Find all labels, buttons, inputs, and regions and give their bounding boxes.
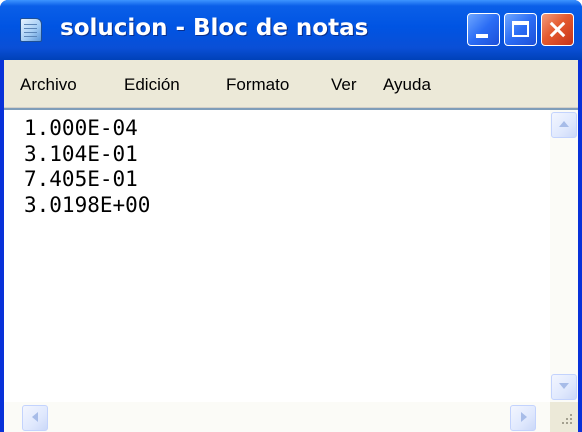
text-line-4[interactable]: 3.0198E+00 [24, 193, 150, 217]
minimize-button[interactable] [467, 13, 500, 46]
maximize-icon [512, 21, 529, 37]
maximize-button[interactable] [504, 13, 537, 46]
menu-formato[interactable]: Formato [226, 75, 289, 95]
vertical-scrollbar[interactable] [550, 110, 578, 402]
menu-ver[interactable]: Ver [331, 75, 357, 95]
menu-archivo[interactable]: Archivo [20, 75, 77, 95]
title-bar[interactable]: solucion - Bloc de notas [0, 0, 582, 60]
menu-edicion[interactable]: Edición [124, 75, 180, 95]
notepad-icon[interactable] [20, 18, 42, 42]
window-title: solucion - Bloc de notas [60, 15, 369, 41]
text-line-3[interactable]: 7.405E-01 [24, 167, 138, 191]
arrow-up-icon [559, 121, 569, 127]
arrow-right-icon [521, 412, 527, 422]
notepad-window: solucion - Bloc de notas Archivo Edición… [0, 0, 582, 432]
scroll-up-button[interactable] [551, 112, 577, 138]
scroll-right-button[interactable] [510, 405, 536, 431]
minimize-icon [476, 34, 488, 38]
text-line-1[interactable]: 1.000E-04 [24, 116, 138, 140]
text-editor[interactable]: 1.000E-04 3.104E-01 7.405E-01 3.0198E+00 [4, 108, 578, 432]
menu-ayuda[interactable]: Ayuda [383, 75, 431, 95]
horizontal-scrollbar[interactable] [4, 402, 550, 432]
arrow-down-icon [559, 383, 569, 389]
close-icon [542, 14, 573, 45]
menu-bar: Archivo Edición Formato Ver Ayuda [4, 60, 578, 108]
scroll-down-button[interactable] [551, 374, 577, 400]
text-line-2[interactable]: 3.104E-01 [24, 142, 138, 166]
resize-grip-icon[interactable] [550, 402, 578, 432]
close-button[interactable] [541, 13, 574, 46]
scroll-left-button[interactable] [22, 405, 48, 431]
arrow-left-icon [32, 412, 38, 422]
